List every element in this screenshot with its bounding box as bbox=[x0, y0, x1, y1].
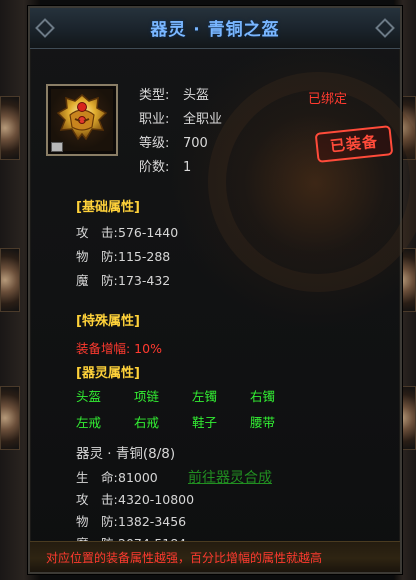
bound-status: 已绑定 bbox=[308, 92, 348, 107]
stat-value: 576-1440 bbox=[118, 225, 179, 240]
item-type-label: 类型: bbox=[139, 88, 170, 103]
background-equip-slot bbox=[0, 248, 20, 312]
background-equip-slot bbox=[0, 96, 20, 160]
item-level-row: 等级: 700 bbox=[139, 132, 208, 151]
item-level-label: 等级: bbox=[139, 136, 170, 151]
spirit-slot-item: 腰带 bbox=[250, 415, 276, 430]
item-job-label: 职业: bbox=[139, 112, 170, 127]
item-title: 器灵 · 青铜之盔 bbox=[150, 20, 280, 40]
spirit-slot-item: 头盔 bbox=[76, 389, 102, 404]
basic-stat-row: 物 防:115-288 bbox=[76, 246, 170, 265]
spirit-stat-row: 生 命:81000 bbox=[76, 467, 158, 486]
item-tooltip-panel: 器灵 · 青铜之盔 类型: 头盔 职业: 全职业 等级: 700 阶数: 1 已… bbox=[28, 6, 416, 574]
go-spirit-synthesis-link[interactable]: 前往器灵合成 bbox=[188, 467, 272, 487]
item-tier-label: 阶数: bbox=[139, 160, 170, 175]
spirit-slot-item: 右戒 bbox=[134, 415, 160, 430]
special-attribute-line: 装备增幅: 10% bbox=[76, 341, 162, 356]
spirit-slot-item: 左戒 bbox=[76, 415, 102, 430]
stat-key: 攻 击: bbox=[76, 225, 118, 240]
stat-value: 81000 bbox=[118, 470, 158, 485]
spirit-slot-item: 鞋子 bbox=[192, 415, 218, 430]
spirit-stat-row: 攻 击:4320-10800 bbox=[76, 489, 194, 508]
stat-key: 攻 击: bbox=[76, 492, 118, 507]
item-tier-row: 阶数: 1 bbox=[139, 156, 191, 175]
stat-value: 1382-3456 bbox=[118, 514, 187, 529]
spirit-set-name: 器灵 · 青铜(8/8) bbox=[76, 446, 176, 462]
item-type-value: 头盔 bbox=[183, 88, 210, 103]
stat-key: 生 命: bbox=[76, 470, 118, 485]
stat-key: 魔 防: bbox=[76, 273, 118, 288]
stat-key: 物 防: bbox=[76, 249, 118, 264]
basic-stat-row: 魔 防:173-432 bbox=[76, 270, 170, 289]
item-job-value: 全职业 bbox=[183, 112, 223, 127]
item-type-row: 类型: 头盔 bbox=[139, 84, 209, 103]
stat-key: 物 防: bbox=[76, 514, 118, 529]
lock-icon bbox=[51, 142, 63, 152]
stat-value: 173-432 bbox=[118, 273, 171, 288]
item-level-value: 700 bbox=[183, 136, 208, 151]
item-tier-value: 1 bbox=[183, 160, 192, 175]
stat-value: 4320-10800 bbox=[118, 492, 195, 507]
spirit-slot-item: 右镯 bbox=[250, 389, 276, 404]
item-job-row: 职业: 全职业 bbox=[139, 108, 222, 127]
special-attributes-title: [特殊属性] bbox=[76, 314, 140, 329]
spirit-stat-row: 物 防:1382-3456 bbox=[76, 511, 186, 530]
footer-hint-text: 对应位置的装备属性越强，百分比增幅的属性就越高 bbox=[46, 551, 323, 565]
basic-attributes-title: [基础属性] bbox=[76, 200, 140, 215]
basic-stat-row: 攻 击:576-1440 bbox=[76, 222, 178, 241]
tooltip-title-bar: 器灵 · 青铜之盔 bbox=[30, 8, 400, 49]
spirit-slot-item: 项链 bbox=[134, 389, 160, 404]
stat-value: 115-288 bbox=[118, 249, 171, 264]
item-icon-frame bbox=[46, 84, 118, 156]
spirit-attributes-title: [器灵属性] bbox=[76, 366, 140, 381]
footer-hint-bar: 对应位置的装备属性越强，百分比增幅的属性就越高 bbox=[30, 541, 400, 572]
spirit-slot-item: 左镯 bbox=[192, 389, 218, 404]
background-equip-slot bbox=[0, 386, 20, 450]
